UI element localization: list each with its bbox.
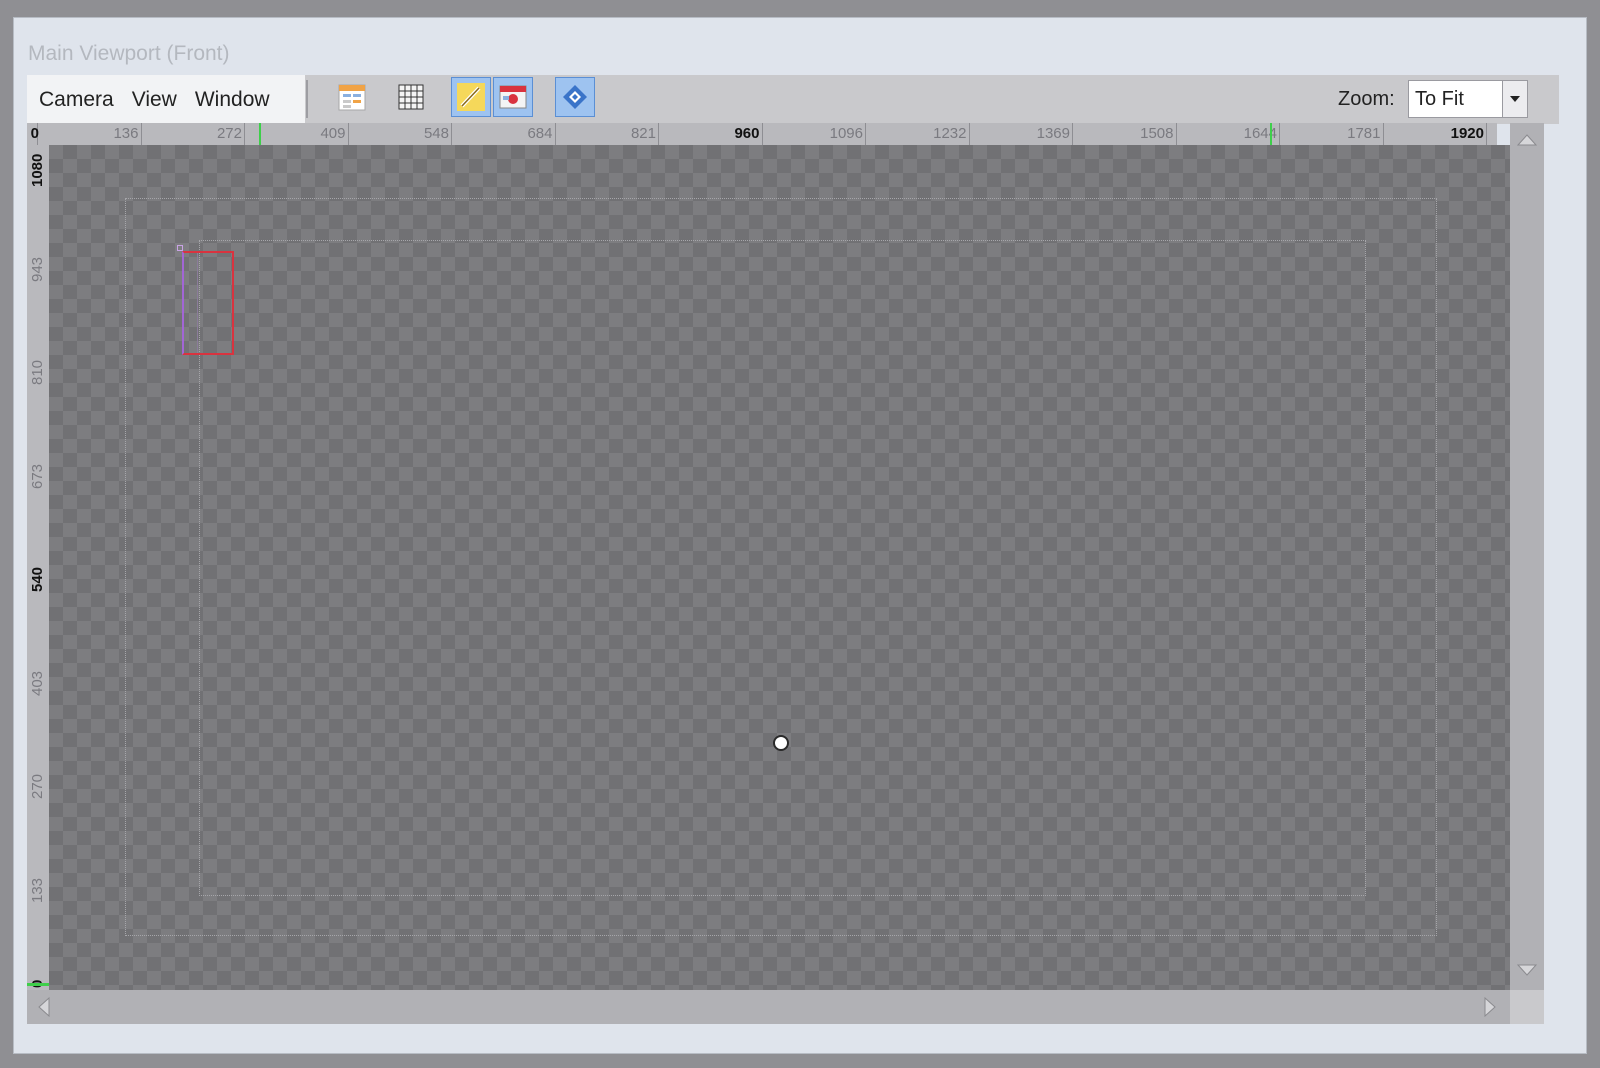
- ruler-tick: [1486, 123, 1487, 145]
- camera-view-icon[interactable]: [493, 77, 533, 117]
- ruler-label: 1508: [1140, 125, 1174, 142]
- navigator-icon[interactable]: [555, 77, 595, 117]
- ruler-label: 409: [320, 125, 346, 142]
- viewport-canvas[interactable]: [49, 145, 1510, 990]
- ruler-label: 136: [113, 125, 139, 142]
- ruler-tick: [865, 123, 866, 145]
- layout-calendar-icon[interactable]: [332, 77, 372, 117]
- ruler-marker: [27, 983, 49, 986]
- window-title: Main Viewport (Front): [28, 42, 230, 65]
- selection-handle[interactable]: [177, 245, 183, 251]
- horizontal-ruler[interactable]: 0 136 272 409 548 684 821 960 1096 1232 1369 1508 16…: [27, 123, 1497, 146]
- scroll-up-icon[interactable]: [1512, 125, 1542, 155]
- ruler-label: 1781: [1347, 125, 1381, 142]
- ruler-tick: [1279, 123, 1280, 145]
- menu-window[interactable]: Window: [195, 88, 270, 112]
- scroll-right-icon[interactable]: [1475, 992, 1505, 1022]
- scroll-down-icon[interactable]: [1512, 955, 1542, 985]
- horizontal-scrollbar[interactable]: [27, 990, 1510, 1024]
- ruler-label: 1232: [933, 125, 967, 142]
- vertical-scrollbar[interactable]: [1510, 123, 1544, 990]
- ruler-tick: [761, 123, 763, 145]
- zoom-value: To Fit: [1415, 88, 1464, 110]
- ruler-label: 673: [29, 463, 46, 489]
- ruler-marker: [1270, 123, 1272, 145]
- ruler-label: 684: [527, 125, 553, 142]
- ruler-label: 548: [423, 125, 449, 142]
- ruler-tick: [1382, 123, 1384, 145]
- ruler-label: 133: [29, 877, 46, 903]
- ruler-label: 1080: [29, 153, 46, 187]
- ruler-tick: [1175, 123, 1177, 145]
- ruler-label: 0: [30, 125, 39, 142]
- zoom-select[interactable]: To Fit: [1408, 80, 1528, 118]
- ruler-marker: [259, 123, 261, 145]
- viewport-window: Main Viewport (Front) Camera View Window: [13, 17, 1587, 1054]
- cursor-icon: [773, 735, 789, 751]
- ruler-tick: [451, 123, 452, 145]
- ruler-label: 1096: [829, 125, 863, 142]
- ruler-tick: [140, 123, 142, 145]
- toolbar-separator: [306, 80, 308, 118]
- ruler-tick: [244, 123, 245, 145]
- ruler-tick: [554, 123, 556, 145]
- ruler-label: 1920: [1450, 125, 1484, 142]
- ruler-label: 403: [29, 670, 46, 696]
- ruler-label: 810: [29, 359, 46, 385]
- ruler-tick: [968, 123, 970, 145]
- brush-icon[interactable]: [451, 77, 491, 117]
- ruler-tick: [658, 123, 659, 145]
- title-safe-guide: [199, 240, 1366, 896]
- ruler-label: 960: [734, 125, 760, 142]
- grid-icon[interactable]: [391, 77, 431, 117]
- ruler-label: 540: [29, 566, 46, 592]
- viewport-toolbar: Camera View Window Zoom: To Fit: [27, 75, 1559, 124]
- ruler-label: 943: [29, 256, 46, 282]
- ruler-tick: [347, 123, 349, 145]
- menu-bar: Camera View Window: [27, 75, 305, 124]
- menu-view[interactable]: View: [132, 88, 177, 112]
- zoom-label: Zoom:: [1338, 88, 1395, 110]
- ruler-label: 270: [29, 773, 46, 799]
- scroll-left-icon[interactable]: [29, 992, 59, 1022]
- ruler-label: 272: [216, 125, 242, 142]
- ruler-label: 1369: [1036, 125, 1070, 142]
- ruler-tick: [1072, 123, 1073, 145]
- ruler-label: 821: [630, 125, 656, 142]
- vertical-ruler[interactable]: 10809438106735404032701330: [27, 145, 49, 990]
- scroll-corner: [1510, 990, 1544, 1024]
- chevron-down-icon[interactable]: [1502, 81, 1527, 117]
- selected-object-bounds[interactable]: [182, 251, 234, 355]
- menu-camera[interactable]: Camera: [39, 88, 114, 112]
